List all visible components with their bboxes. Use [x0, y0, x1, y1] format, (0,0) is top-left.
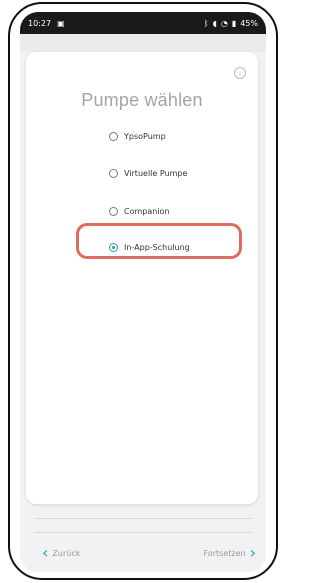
status-right: ᛒ ◖ ◔ ▮ 45% [204, 19, 258, 28]
status-time: 10:27 [28, 18, 52, 28]
top-band [20, 34, 266, 52]
battery-text: 45% [240, 18, 258, 28]
pump-selection-card: i Pumpe wählen YpsoPump Virtuelle Pumpe … [26, 52, 258, 504]
option-virtuelle-pumpe[interactable]: Virtuelle Pumpe [109, 169, 187, 178]
footer-navigation: ‹ Zurück Fortsetzen › [20, 537, 266, 572]
radio-virtuelle-pumpe[interactable] [109, 169, 118, 178]
option-label-ypsopump: YpsoPump [124, 132, 166, 141]
option-label-companion: Companion [124, 207, 170, 216]
back-label: Zurück [52, 548, 81, 558]
radio-ypsopump[interactable] [109, 132, 118, 141]
divider [34, 532, 252, 533]
mute-icon: ◖ [212, 18, 217, 28]
status-bar: 10:27 ▣ ᛒ ◖ ◔ ▮ 45% [20, 12, 266, 34]
app-screen: 10:27 ▣ ᛒ ◖ ◔ ▮ 45% i Pumpe wählen YpsoP… [20, 12, 266, 572]
next-button[interactable]: Fortsetzen › [203, 543, 256, 562]
option-label-virtuelle-pumpe: Virtuelle Pumpe [124, 169, 188, 178]
signal-icon: ▮ [231, 18, 237, 28]
status-left: 10:27 ▣ [28, 19, 65, 28]
image-notification-icon: ▣ [57, 18, 65, 28]
radio-companion[interactable] [109, 207, 118, 216]
page-title: Pumpe wählen [81, 90, 203, 110]
chevron-right-icon: › [249, 543, 256, 562]
bluetooth-icon: ᛒ [203, 18, 209, 28]
chevron-left-icon: ‹ [42, 543, 49, 562]
divider [34, 518, 252, 519]
info-icon[interactable]: i [234, 67, 246, 79]
option-ypsopump[interactable]: YpsoPump [109, 132, 166, 141]
phone-frame: 10:27 ▣ ᛒ ◖ ◔ ▮ 45% i Pumpe wählen YpsoP… [8, 2, 278, 580]
option-companion[interactable]: Companion [109, 207, 170, 216]
wifi-icon: ◔ [220, 18, 228, 28]
next-label: Fortsetzen [203, 548, 246, 558]
back-button[interactable]: ‹ Zurück [42, 543, 81, 562]
selection-highlight [76, 223, 242, 259]
